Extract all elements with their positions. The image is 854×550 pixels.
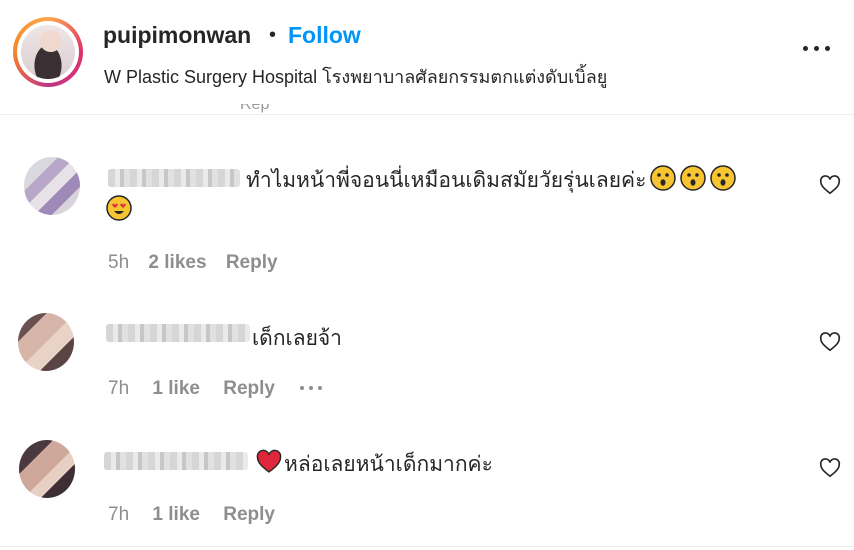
reply-button[interactable]: Reply [226,252,278,273]
comment-options-icon[interactable] [298,385,324,393]
hushed-face-icon [680,165,707,191]
comment-meta: 7h 1 like Reply [108,504,275,526]
comment-meta: 5h 2 likes Reply [108,252,278,274]
like-heart-icon[interactable] [819,331,841,353]
red-heart-icon [256,449,282,473]
post-header: puipimonwan • Follow W Plastic Surgery H… [0,0,854,115]
like-heart-icon[interactable] [819,457,841,479]
separator-dot: • [269,24,277,46]
commenter-avatar[interactable] [18,313,74,371]
comment-text: ทำไมหน้าพี่จอนนี่เหมือนเดิมสมัยวัยรุ่นเล… [246,164,737,197]
commenter-avatar[interactable] [19,440,75,498]
clipped-text: Reply [240,104,270,113]
comment-text: หล่อเลยหน้าเด็กมากค่ะ [256,448,493,481]
location-link[interactable]: W Plastic Surgery Hospital โรงพยาบาลศัลย… [104,62,607,91]
more-horizontal-icon[interactable] [802,42,832,54]
hushed-face-icon [650,165,677,191]
heart-eyes-icon [106,195,132,221]
divider [0,546,854,547]
commenter-name-blurred[interactable] [104,452,248,470]
comment-likes[interactable]: 1 like [152,504,200,525]
comment-text: เด็กเลยจ้า [252,327,342,350]
like-heart-icon[interactable] [819,174,841,196]
commenter-avatar[interactable] [24,157,80,215]
username[interactable]: puipimonwan [103,22,251,49]
profile-avatar[interactable] [13,17,83,87]
commenter-name-blurred[interactable] [108,169,240,187]
comment-likes[interactable]: 1 like [152,378,200,399]
follow-button[interactable]: Follow [288,22,361,49]
hushed-face-icon [710,165,737,191]
reply-button[interactable]: Reply [223,378,275,399]
comment-time[interactable]: 7h [108,378,129,399]
reply-button[interactable]: Reply [223,504,275,525]
comment-time[interactable]: 5h [108,252,129,273]
comment-time[interactable]: 7h [108,504,129,525]
comment-likes[interactable]: 2 likes [148,252,206,273]
comment-meta: 7h 1 like Reply [108,378,275,400]
commenter-name-blurred[interactable] [106,324,250,342]
